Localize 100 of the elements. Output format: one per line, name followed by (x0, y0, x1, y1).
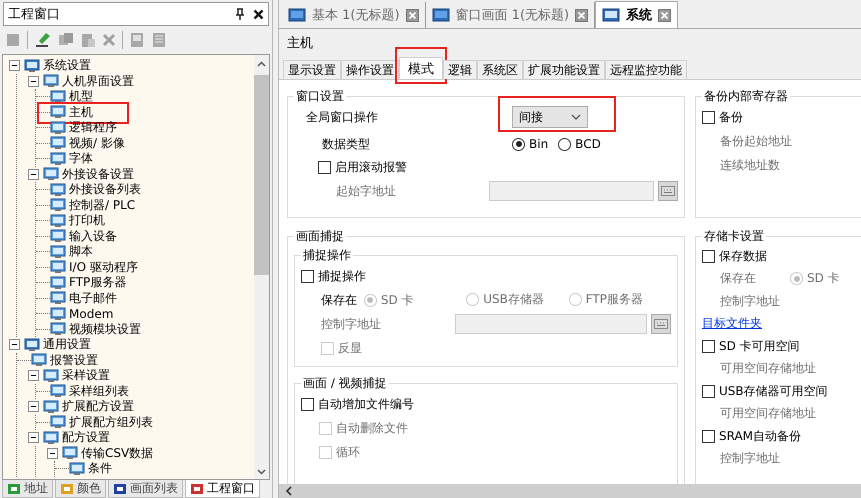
node-icon (62, 446, 78, 460)
tree-item[interactable]: 打印机 (69, 212, 105, 230)
tree-item[interactable]: FTP服务器 (69, 274, 126, 292)
checkbox[interactable] (702, 430, 715, 443)
tab-icon (113, 482, 127, 494)
checkbox[interactable] (702, 340, 715, 353)
tree-item[interactable]: 通用设置 (43, 336, 91, 354)
page-title: 主机 (286, 35, 314, 53)
node-icon (43, 430, 59, 445)
tree-item[interactable]: 机型 (69, 88, 93, 106)
radio-label: FTP服务器 (586, 291, 643, 308)
checkbox-label: 反显 (338, 340, 362, 356)
settings-tab[interactable]: 扩展功能设置 (523, 60, 605, 79)
field-label: 保存在 (321, 292, 358, 308)
scrollbar[interactable] (254, 55, 269, 479)
panel-tab[interactable]: 画面列表 (108, 480, 183, 498)
tree-item[interactable]: 传输CSV数据 (81, 444, 154, 462)
scrollbar[interactable] (279, 484, 861, 498)
settings-tab[interactable]: 远程监控功能 (605, 60, 687, 79)
settings-tab[interactable]: 操作设置 (341, 60, 399, 79)
tree-item[interactable]: 扩展配方组列表 (69, 414, 153, 431)
collapse-toggle[interactable] (28, 432, 39, 444)
node-icon (43, 400, 59, 414)
radio-button[interactable] (558, 138, 572, 150)
tree-item[interactable]: 逻辑程序 (69, 119, 117, 136)
collapse-toggle[interactable] (28, 168, 39, 180)
collapse-toggle[interactable] (28, 401, 39, 412)
field-label: 保存在 (720, 270, 757, 288)
address-picker-button[interactable] (651, 314, 671, 334)
tree-item[interactable]: 视频/ 影像 (69, 134, 125, 152)
tree-item[interactable]: 外接设备设置 (62, 166, 134, 183)
settings-tab[interactable]: 显示设置 (283, 60, 341, 79)
tab-icon (7, 482, 21, 494)
tree-item[interactable]: 人机界面设置 (62, 72, 134, 90)
checkbox[interactable] (702, 384, 715, 398)
tree-item[interactable]: 配方设置 (62, 429, 110, 446)
tree-item[interactable]: 外接设备列表 (69, 181, 141, 198)
checkbox[interactable] (318, 160, 331, 174)
tree-item[interactable]: 字体 (69, 150, 93, 168)
tree-item[interactable]: 输入设备 (69, 228, 117, 245)
pin-icon[interactable] (235, 8, 245, 20)
field-label: 连续地址数 (720, 156, 780, 174)
tree-item[interactable]: 主机 (69, 104, 93, 121)
settings-tab[interactable]: 系统区 (477, 60, 523, 79)
checkbox[interactable] (301, 270, 314, 282)
scroll-left-icon[interactable] (285, 486, 293, 496)
group-title: 备份内部寄存器 (703, 88, 789, 105)
document-tab[interactable]: 系统 (595, 1, 678, 28)
chevron-down-icon (571, 114, 581, 120)
collapse-toggle[interactable] (9, 60, 20, 72)
collapse-toggle[interactable] (9, 339, 20, 350)
checkbox[interactable] (702, 110, 715, 124)
dropdown[interactable]: 间接 (512, 106, 588, 128)
node-icon (43, 74, 59, 88)
address-input-field[interactable] (455, 314, 647, 334)
address-input-field[interactable] (489, 181, 654, 201)
radio-label: SD 卡 (380, 292, 414, 308)
collapse-toggle[interactable] (28, 76, 39, 87)
group-title: 存储卡设置 (703, 228, 765, 245)
panel-tab[interactable]: 颜色 (55, 480, 106, 498)
pen-icon[interactable] (34, 32, 52, 48)
checkbox-label: 备份 (719, 108, 743, 126)
collapse-toggle[interactable] (47, 448, 58, 459)
collapse-toggle[interactable] (28, 370, 39, 382)
tree-item[interactable]: 采样组列表 (69, 382, 129, 400)
settings-tab[interactable]: 模式 (399, 57, 443, 79)
panel-tab[interactable]: 工程窗口 (185, 480, 260, 498)
scroll-down-icon[interactable] (257, 469, 266, 475)
tab-icon (60, 482, 74, 494)
close-icon[interactable] (253, 8, 264, 20)
tree-item[interactable]: Modem (69, 306, 114, 321)
tree-item[interactable]: I/O 驱动程序 (69, 258, 138, 276)
document-tab[interactable]: 基本 1(无标题) (282, 2, 426, 28)
panel-tab[interactable]: 地址 (2, 480, 53, 498)
folder-link[interactable]: 目标文件夹 (702, 315, 762, 332)
scroll-up-icon[interactable] (257, 61, 266, 67)
tree-item[interactable]: 报警设置 (50, 352, 98, 369)
settings-tab[interactable]: 逻辑 (443, 60, 477, 79)
field-label: 可用空间存储地址 (720, 360, 816, 378)
checkbox[interactable] (301, 398, 314, 410)
field-label: 全局窗口操作 (306, 108, 379, 126)
field-label: 数据类型 (322, 136, 371, 152)
radio-label: BCD (575, 137, 601, 151)
checkbox-label: USB存储器可用空间 (719, 382, 828, 400)
checkbox[interactable] (702, 250, 715, 263)
tree-item[interactable]: 电子邮件 (69, 290, 117, 307)
tree-item[interactable]: 扩展配方设置 (62, 398, 134, 416)
tree-item[interactable]: 系统设置 (43, 57, 91, 74)
tree-item[interactable]: 脚本 (69, 243, 93, 260)
tree-item[interactable]: 条件 (88, 460, 112, 478)
address-picker-button[interactable] (658, 181, 678, 201)
tab-close-icon[interactable] (658, 8, 672, 22)
radio-button[interactable] (512, 138, 525, 150)
document-tab[interactable]: 窗口画面 1(无标题) (426, 2, 596, 28)
tab-close-icon[interactable] (575, 8, 588, 22)
tree-item[interactable]: 视频模块设置 (69, 320, 141, 338)
tree-item[interactable]: 采样设置 (62, 367, 110, 384)
tree-item[interactable]: 控制器/ PLC (69, 196, 136, 214)
checkbox-label: 捕捉操作 (318, 268, 366, 284)
tab-close-icon[interactable] (406, 8, 419, 22)
